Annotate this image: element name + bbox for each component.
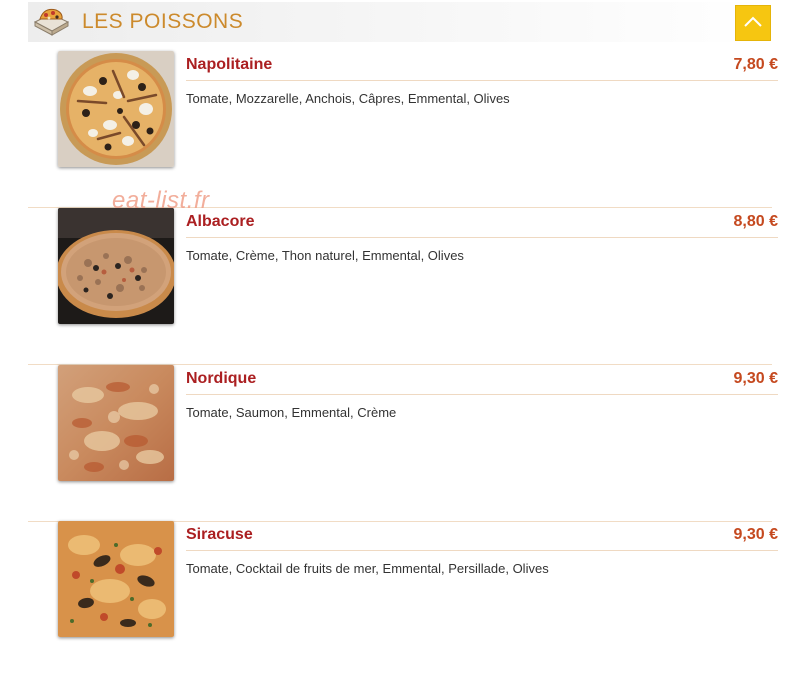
divider [186,550,778,551]
item-name[interactable]: Siracuse [186,526,253,544]
item-name[interactable]: Napolitaine [186,56,272,74]
item-name[interactable]: Albacore [186,213,254,231]
section-title: LES POISSONS [82,10,244,33]
item-price: 7,80 € [733,56,778,73]
scroll-up-button[interactable] [735,5,771,41]
chevron-up-icon [744,16,762,27]
pizza-photo[interactable] [58,521,174,637]
item-description: Tomate, Cocktail de fruits de mer, Emmen… [186,561,549,576]
divider [186,237,778,238]
item-description: Tomate, Mozzarelle, Anchois, Câpres, Emm… [186,91,510,106]
item-name[interactable]: Nordique [186,370,256,388]
divider [186,394,778,395]
menu-item: Nordique 9,30 € Tomate, Saumon, Emmental… [28,365,780,522]
item-price: 9,30 € [733,526,778,543]
menu-item: Albacore 8,80 € Tomate, Crème, Thon natu… [28,208,780,365]
section-header: LES POISSONS [28,2,774,42]
divider [186,80,778,81]
pizza-photo[interactable] [58,208,174,324]
item-description: Tomate, Saumon, Emmental, Crème [186,405,397,420]
item-description: Tomate, Crème, Thon naturel, Emmental, O… [186,248,464,263]
item-price: 9,30 € [733,370,778,387]
pizza-photo[interactable] [58,51,174,167]
item-price: 8,80 € [733,213,778,230]
pizza-box-icon [32,4,70,40]
watermark: eat-list.fr [112,187,210,214]
menu-item: Siracuse 9,30 € Tomate, Cocktail de frui… [28,521,780,678]
menu-item: Napolitaine 7,80 € Tomate, Mozzarelle, A… [28,51,780,208]
pizza-photo[interactable] [58,365,174,481]
